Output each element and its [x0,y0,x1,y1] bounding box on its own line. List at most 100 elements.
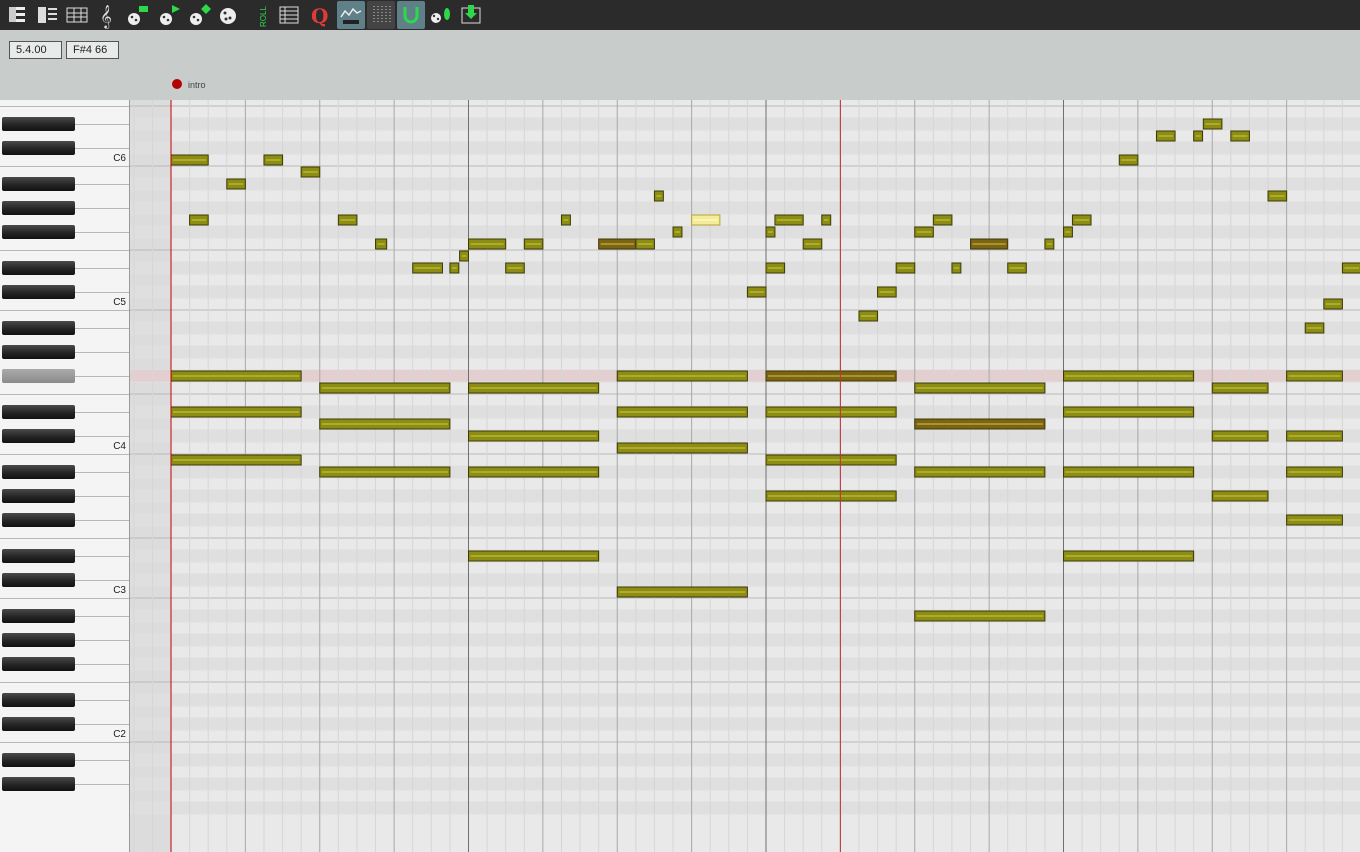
marker-flag[interactable] [172,79,182,89]
piano-white-key-divider [0,310,129,311]
piano-white-key-divider [75,268,129,269]
piano-black-key[interactable] [2,429,75,443]
step-input-button[interactable] [123,1,151,29]
cc-lanes-icon [340,7,362,24]
play-selection-button[interactable] [185,1,213,29]
piano-white-key-divider [0,538,129,539]
piano-black-key[interactable] [2,753,75,767]
piano-black-key[interactable] [2,717,75,731]
play-from-cursor-icon [160,5,180,25]
mode-label-icon: ROLL [259,6,268,27]
snap-magnet-icon [403,7,419,24]
piano-white-key-divider [0,454,129,455]
octave-label: C5 [113,297,126,308]
piano-black-key[interactable] [2,777,75,791]
piano-white-key-divider [0,682,129,683]
view-mode-named-notes-button[interactable] [33,1,61,29]
info-area: 5.4.00 F#4 66 intro 12341.21.31.42.22.32… [0,30,1360,130]
export-button[interactable] [457,1,485,29]
event-list-grid-button[interactable] [275,1,303,29]
piano-black-key[interactable] [2,549,75,563]
grid-button[interactable] [367,1,395,29]
footprints-button[interactable] [427,1,455,29]
cc-lanes-button[interactable] [337,1,365,29]
piano-white-key-divider [75,184,129,185]
footprints-icon [431,8,450,23]
step-input-icon [128,6,148,25]
piano-black-key[interactable] [2,513,75,527]
view-mode-notation-button[interactable]: 𝄞 [93,1,121,29]
export-icon [461,5,481,24]
octave-label: C3 [113,585,126,596]
piano-white-key-divider [0,250,129,251]
piano-white-key-divider [75,580,129,581]
toolbar: 𝄞 ROLL Q [0,0,1360,30]
play-from-cursor-button[interactable] [155,1,183,29]
note-grid-canvas[interactable] [130,100,1360,852]
piano-black-key[interactable] [2,225,75,239]
piano-black-key[interactable] [2,693,75,707]
view-mode-piano-roll-button[interactable] [3,1,31,29]
note-readout[interactable]: F#4 66 [66,41,119,59]
note-grid[interactable] [130,100,1360,852]
piano-black-key[interactable] [2,465,75,479]
piano-white-key-divider [75,760,129,761]
piano-white-key-divider [75,556,129,557]
piano-white-key-divider [0,394,129,395]
piano-white-key-divider [0,106,129,107]
view-mode-piano-roll-icon [9,7,25,22]
piano-keyboard[interactable]: C6 C5 C4 C3 C2 [0,100,130,852]
piano-black-key[interactable] [2,285,75,299]
octave-label: C2 [113,729,126,740]
octave-label: C4 [113,441,126,452]
piano-black-key[interactable] [2,117,75,131]
svg-text:𝄞: 𝄞 [100,4,112,29]
color-by-pitch-icon [220,8,236,24]
piano-white-key-divider [75,292,129,293]
piano-black-key[interactable] [2,573,75,587]
play-selection-icon [190,4,211,25]
snap-magnet-button[interactable] [397,1,425,29]
piano-white-key-divider [75,472,129,473]
piano-black-key[interactable] [2,321,75,335]
piano-white-key-divider [75,784,129,785]
piano-white-key-divider [75,640,129,641]
color-by-pitch-button[interactable] [215,1,243,29]
marker-label: intro [188,80,206,90]
piano-black-key[interactable] [2,369,75,383]
quantize-glyph: Q [311,4,328,28]
piano-white-key-divider [75,496,129,497]
piano-white-key-divider [75,724,129,725]
piano-black-key[interactable] [2,177,75,191]
piano-white-key-divider [75,616,129,617]
piano-white-key-divider [75,352,129,353]
piano-white-key-divider [75,436,129,437]
piano-white-key-divider [75,664,129,665]
event-list-grid-icon [279,6,299,24]
piano-black-key[interactable] [2,201,75,215]
piano-white-key-divider [0,742,129,743]
view-mode-event-list-button[interactable] [63,1,91,29]
piano-white-key-divider [75,700,129,701]
piano-black-key[interactable] [2,489,75,503]
piano-black-key[interactable] [2,657,75,671]
mode-label-button[interactable]: ROLL [245,1,273,29]
view-mode-event-list-icon [66,7,88,23]
piano-black-key[interactable] [2,345,75,359]
piano-white-key-divider [75,376,129,377]
position-readout[interactable]: 5.4.00 [9,41,62,59]
quantize-icon: Q [311,4,328,28]
piano-black-key[interactable] [2,609,75,623]
piano-white-key-divider [0,598,129,599]
piano-white-key-divider [75,148,129,149]
piano-black-key[interactable] [2,261,75,275]
quantize-button[interactable]: Q [305,1,333,29]
octave-label: C6 [113,153,126,164]
mode-label-text: ROLL [259,6,268,27]
piano-white-key-divider [75,520,129,521]
piano-black-key[interactable] [2,141,75,155]
piano-black-key[interactable] [2,633,75,647]
piano-black-key[interactable] [2,405,75,419]
piano-white-key-divider [75,232,129,233]
piano-white-key-divider [75,124,129,125]
